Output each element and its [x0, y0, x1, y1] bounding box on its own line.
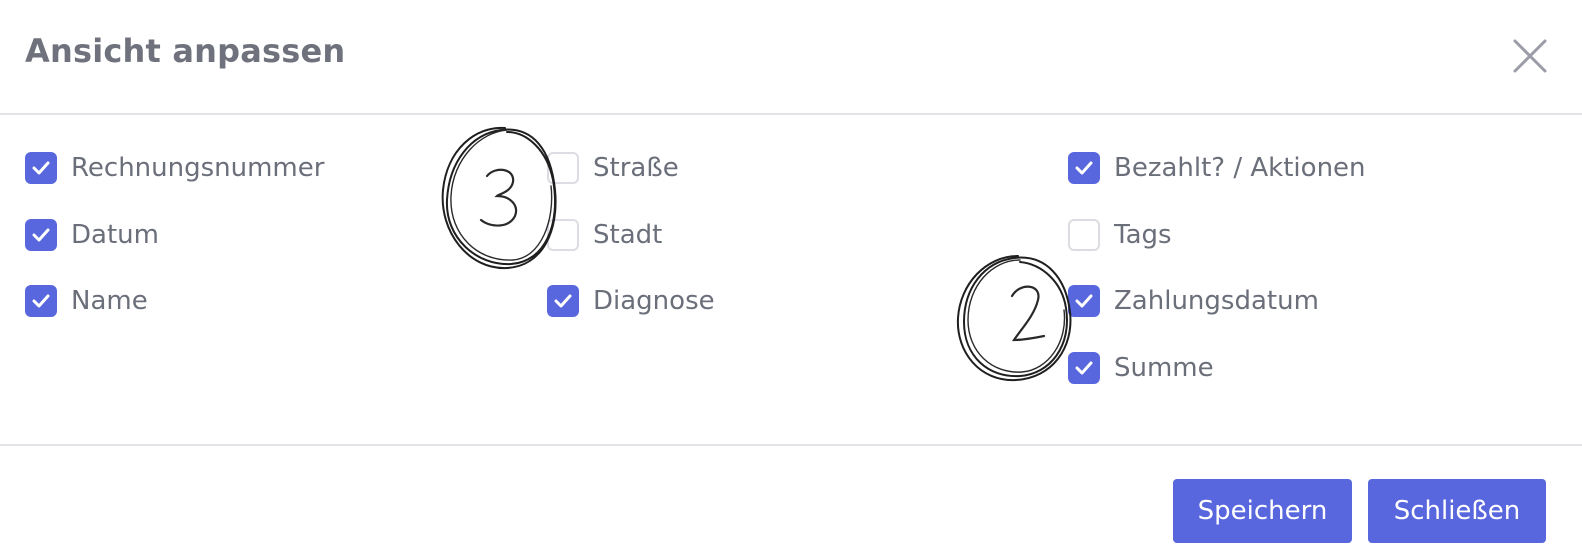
checkbox-label: Tags	[1114, 219, 1172, 250]
close-button[interactable]: Schließen	[1368, 479, 1546, 543]
column-option[interactable]: Datum	[25, 218, 324, 252]
checkbox[interactable]	[547, 285, 579, 317]
checkbox[interactable]	[1068, 218, 1100, 251]
checkbox[interactable]	[25, 218, 57, 251]
options-column-2: Straße Stadt Diagnose	[547, 151, 715, 351]
close-icon[interactable]	[1510, 36, 1550, 76]
column-options: Rechnungsnummer Datum Name Straße Stadt Diag…	[0, 117, 1582, 445]
checkbox-label: Rechnungsnummer	[71, 153, 325, 183]
checkbox[interactable]	[547, 218, 579, 251]
save-button[interactable]: Speichern	[1173, 479, 1352, 543]
checkbox[interactable]	[1068, 152, 1100, 184]
column-option[interactable]: Straße	[547, 151, 715, 185]
footer-divider	[0, 444, 1582, 446]
column-option[interactable]: Tags	[1068, 218, 1366, 252]
dialog-header: Ansicht anpassen	[0, 0, 1582, 115]
column-option[interactable]: Name	[25, 284, 324, 318]
checkbox-label: Straße	[593, 153, 679, 183]
checkbox-label: Datum	[71, 219, 159, 250]
checkbox[interactable]	[547, 152, 579, 184]
checkbox[interactable]	[1068, 285, 1100, 317]
column-option[interactable]: Zahlungsdatum	[1068, 284, 1366, 318]
column-option[interactable]: Diagnose	[547, 284, 715, 318]
checkbox-label: Bezahlt? / Aktionen	[1114, 153, 1366, 183]
checkbox-label: Stadt	[593, 219, 663, 250]
column-option[interactable]: Rechnungsnummer	[25, 151, 324, 185]
checkbox-label: Zahlungsdatum	[1114, 286, 1319, 316]
checkbox-label: Diagnose	[593, 286, 715, 316]
options-column-3: Bezahlt? / Aktionen Tags Zahlungsdatum Summ…	[1068, 151, 1366, 417]
customize-view-dialog: Ansicht anpassen Rechnungsnummer Datum Nam…	[0, 0, 1582, 559]
column-option[interactable]: Summe	[1068, 351, 1366, 385]
checkbox-label: Name	[71, 286, 148, 316]
dialog-title: Ansicht anpassen	[25, 32, 346, 70]
column-option[interactable]: Stadt	[547, 218, 715, 252]
column-option[interactable]: Bezahlt? / Aktionen	[1068, 151, 1366, 185]
options-column-1: Rechnungsnummer Datum Name	[25, 151, 324, 351]
checkbox[interactable]	[1068, 351, 1100, 384]
checkbox[interactable]	[25, 152, 57, 184]
checkbox[interactable]	[25, 285, 57, 317]
checkbox-label: Summe	[1114, 352, 1214, 383]
